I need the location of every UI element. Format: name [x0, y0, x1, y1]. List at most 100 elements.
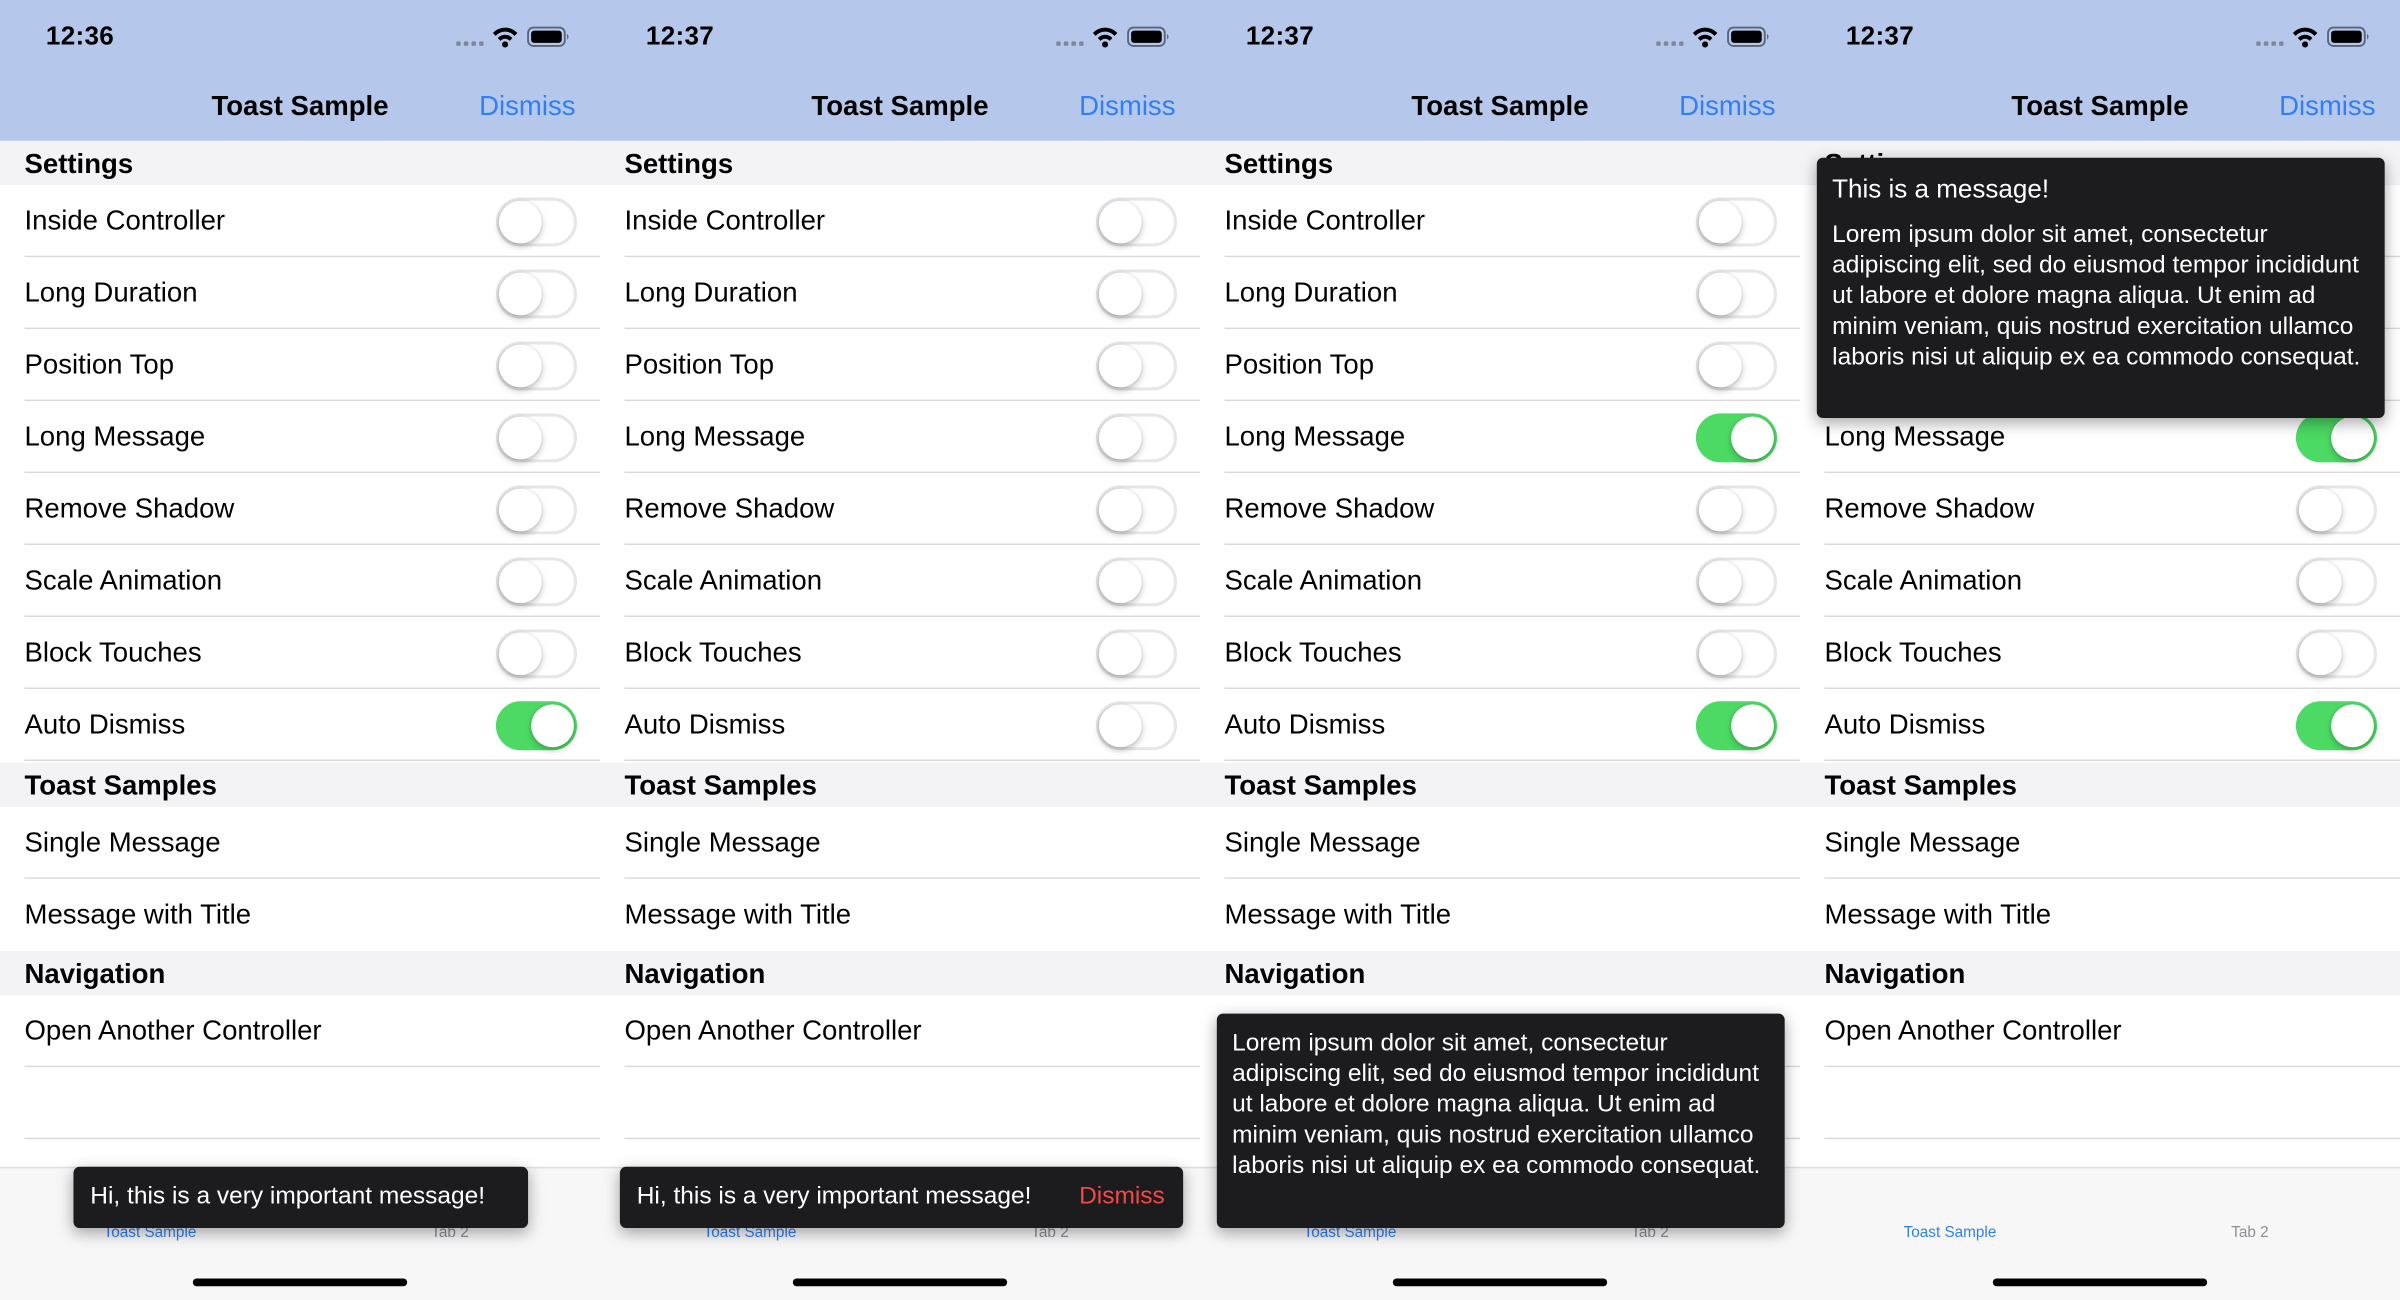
- row-label: Inside Controller: [624, 205, 826, 236]
- settings-row-position-top: Position Top: [1199, 329, 1800, 402]
- nav-dismiss-button[interactable]: Dismiss: [1079, 90, 1175, 122]
- status-icons: [456, 26, 569, 48]
- block-touches-toggle[interactable]: [1095, 629, 1178, 679]
- list-item-open-another-controller[interactable]: Open Another Controller: [599, 995, 1200, 1068]
- phone-screen-3: 12:37 Toast Sample Dismiss Settings Insi…: [1199, 0, 1800, 1300]
- settings-row-scale-animation: Scale Animation: [1199, 545, 1800, 618]
- inside-controller-toggle[interactable]: [495, 197, 578, 247]
- row-label: Open Another Controller: [24, 1015, 322, 1046]
- row-label: Auto Dismiss: [24, 708, 186, 740]
- toggle-knob: [498, 488, 542, 532]
- cellular-signal-icon: [456, 41, 484, 46]
- long-duration-toggle[interactable]: [1695, 269, 1778, 319]
- settings-row-auto-dismiss: Auto Dismiss: [1799, 689, 2400, 762]
- scale-animation-toggle[interactable]: [495, 557, 578, 607]
- position-top-toggle[interactable]: [1095, 341, 1178, 391]
- list-item-single-message[interactable]: Single Message: [599, 806, 1200, 879]
- toggle-knob: [1698, 632, 1742, 676]
- block-touches-toggle[interactable]: [2295, 629, 2378, 679]
- auto-dismiss-toggle[interactable]: [2295, 701, 2378, 751]
- remove-shadow-toggle[interactable]: [495, 485, 578, 535]
- list-item-single-message[interactable]: Single Message: [0, 806, 600, 879]
- long-duration-toggle[interactable]: [1095, 269, 1178, 319]
- scale-animation-toggle[interactable]: [2295, 557, 2378, 607]
- settings-row-scale-animation: Scale Animation: [1799, 545, 2400, 618]
- long-message-toggle[interactable]: [1095, 413, 1178, 463]
- toggle-knob: [1698, 200, 1742, 244]
- list-item-single-message[interactable]: Single Message: [1799, 806, 2400, 879]
- status-bar: 12:36: [0, 0, 600, 74]
- list-item-open-another-controller[interactable]: Open Another Controller: [0, 995, 600, 1068]
- toggle-knob: [2298, 560, 2342, 604]
- row-label: Message with Title: [24, 898, 252, 930]
- position-top-toggle[interactable]: [495, 341, 578, 391]
- toggle-knob: [531, 704, 574, 748]
- list-item-message-with-title[interactable]: Message with Title: [1799, 878, 2400, 951]
- nav-dismiss-button[interactable]: Dismiss: [2279, 90, 2375, 122]
- settings-row-long-duration: Long Duration: [1199, 257, 1800, 330]
- row-label: Scale Animation: [1224, 565, 1423, 596]
- phone-screen-1: 12:36 Toast Sample Dismiss Settings Insi…: [0, 0, 600, 1300]
- settings-row-auto-dismiss: Auto Dismiss: [599, 689, 1200, 762]
- toggle-knob: [2298, 488, 2342, 532]
- row-label: Message with Title: [1224, 898, 1452, 930]
- toast-message: Lorem ipsum dolor sit amet, consectetur …: [1216, 1013, 1785, 1229]
- row-label: Long Message: [624, 421, 806, 452]
- list-item-single-message[interactable]: Single Message: [1199, 806, 1800, 879]
- nav-dismiss-button[interactable]: Dismiss: [1679, 90, 1775, 122]
- row-label: Auto Dismiss: [624, 708, 786, 740]
- tab-2[interactable]: Tab 2: [2158, 1225, 2342, 1242]
- settings-row-position-top: Position Top: [0, 329, 600, 402]
- row-label: Scale Animation: [1824, 565, 2023, 596]
- empty-row: [1799, 1067, 2400, 1140]
- remove-shadow-toggle[interactable]: [1095, 485, 1178, 535]
- section-title: Navigation: [624, 958, 766, 990]
- toast-dismiss-button[interactable]: Dismiss: [1079, 1182, 1165, 1213]
- inside-controller-toggle[interactable]: [1695, 197, 1778, 247]
- remove-shadow-toggle[interactable]: [1695, 485, 1778, 535]
- settings-row-block-touches: Block Touches: [1799, 617, 2400, 690]
- list-item-message-with-title[interactable]: Message with Title: [1199, 878, 1800, 951]
- block-touches-toggle[interactable]: [1695, 629, 1778, 679]
- block-touches-toggle[interactable]: [495, 629, 578, 679]
- row-label: Block Touches: [24, 636, 202, 668]
- list-item-message-with-title[interactable]: Message with Title: [0, 878, 600, 951]
- scale-animation-toggle[interactable]: [1695, 557, 1778, 607]
- auto-dismiss-toggle[interactable]: [1095, 701, 1178, 751]
- list-item-open-another-controller[interactable]: Open Another Controller: [1799, 995, 2400, 1068]
- toast-message: This is a message! Lorem ipsum dolor sit…: [1816, 157, 2385, 419]
- settings-row-auto-dismiss: Auto Dismiss: [0, 689, 600, 762]
- toggle-knob: [1098, 344, 1142, 388]
- status-icons: [1656, 26, 1769, 48]
- row-label: Scale Animation: [24, 565, 223, 596]
- nav-dismiss-button[interactable]: Dismiss: [479, 90, 575, 122]
- toggle-knob: [2331, 416, 2374, 460]
- section-title: Toast Samples: [24, 770, 217, 801]
- list-item-message-with-title[interactable]: Message with Title: [599, 878, 1200, 951]
- status-icons: [2256, 26, 2369, 48]
- tab-toast-sample[interactable]: Toast Sample: [1858, 1225, 2042, 1242]
- cellular-signal-icon: [1656, 41, 1684, 46]
- settings-row-long-message: Long Message: [599, 401, 1200, 474]
- toggle-knob: [1098, 416, 1142, 460]
- toggle-knob: [1098, 632, 1142, 676]
- status-bar: 12:37: [1799, 0, 2400, 74]
- inside-controller-toggle[interactable]: [1095, 197, 1178, 247]
- position-top-toggle[interactable]: [1695, 341, 1778, 391]
- row-label: Long Message: [1224, 421, 1406, 452]
- long-message-toggle[interactable]: [2295, 413, 2378, 463]
- scale-animation-toggle[interactable]: [1095, 557, 1178, 607]
- row-label: Block Touches: [1824, 636, 2002, 668]
- section-header-toast-samples: Toast Samples: [599, 762, 1200, 807]
- settings-row-remove-shadow: Remove Shadow: [0, 473, 600, 546]
- auto-dismiss-toggle[interactable]: [495, 701, 578, 751]
- remove-shadow-toggle[interactable]: [2295, 485, 2378, 535]
- long-message-toggle[interactable]: [495, 413, 578, 463]
- row-label: Block Touches: [624, 636, 802, 668]
- empty-row: [599, 1067, 1200, 1140]
- auto-dismiss-toggle[interactable]: [1695, 701, 1778, 751]
- long-message-toggle[interactable]: [1695, 413, 1778, 463]
- toggle-knob: [498, 632, 542, 676]
- row-label: Auto Dismiss: [1824, 708, 1986, 740]
- long-duration-toggle[interactable]: [495, 269, 578, 319]
